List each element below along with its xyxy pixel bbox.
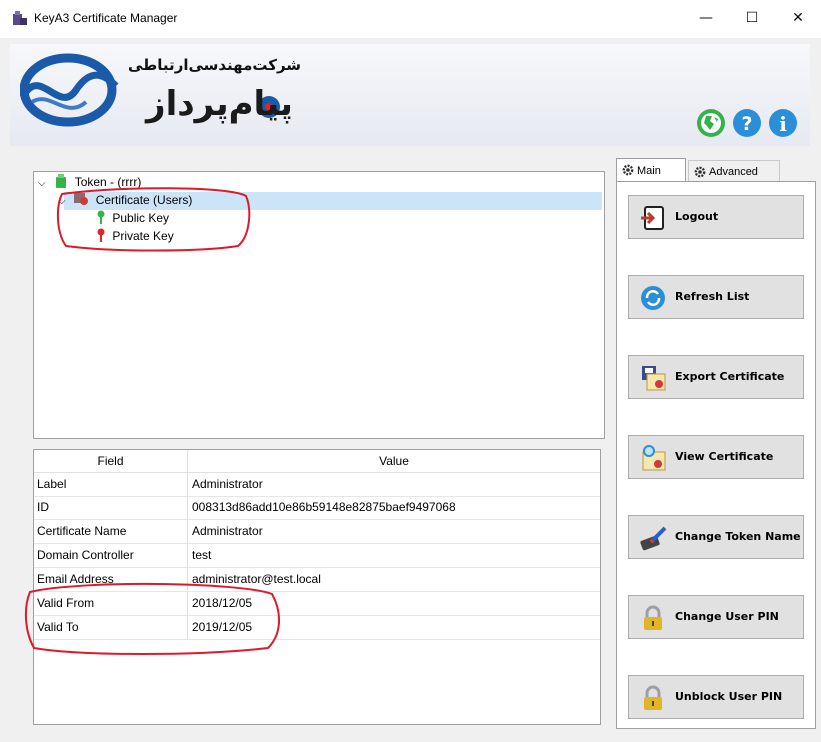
token-tree[interactable]: ⌵ Token - (rrrr) ⌵ Certificate (Users) P… (33, 171, 605, 439)
table-row[interactable]: Certificate Name Administrator (34, 520, 600, 544)
refresh-list-button[interactable]: Refresh List (628, 275, 804, 319)
logout-label: Logout (675, 210, 719, 223)
logout-button[interactable]: Logout (628, 195, 804, 239)
svg-text:?: ? (741, 113, 752, 135)
table-row[interactable]: Domain Controller test (34, 544, 600, 568)
export-certificate-label: Export Certificate (675, 370, 785, 383)
table-row[interactable]: Email Address administrator@test.local (34, 568, 600, 592)
company-logo-icon (20, 53, 119, 127)
expand-chevron-icon[interactable]: ⌵ (58, 193, 70, 210)
tree-label-certificate: Certificate (Users) (95, 193, 193, 207)
value-cell: Administrator (192, 477, 263, 491)
change-token-name-label: Change Token Name (675, 530, 801, 543)
tab-main-label: Main (637, 165, 661, 177)
logout-icon (641, 206, 664, 230)
field-cell: Label (37, 477, 67, 491)
value-cell: 2018/12/05 (192, 596, 253, 610)
maximize-button[interactable]: ☐ (729, 0, 775, 38)
certificate-icon (74, 193, 89, 205)
field-cell: Domain Controller (37, 548, 134, 562)
app-icon (13, 11, 27, 25)
change-user-pin-label: Change User PIN (675, 610, 779, 623)
value-cell: Administrator (192, 524, 263, 538)
view-certificate-button[interactable]: View Certificate (628, 435, 804, 479)
padlock-icon (644, 605, 662, 630)
gear-icon (694, 166, 706, 178)
tab-advanced-label: Advanced (709, 166, 758, 178)
expand-chevron-icon[interactable]: ⌵ (38, 175, 52, 192)
value-cell: administrator@test.local (192, 572, 321, 586)
table-row[interactable]: ID 008313d86add10e86b59148e82875baef9497… (34, 496, 600, 520)
change-token-name-button[interactable]: Change Token Name (628, 515, 804, 559)
private-key-icon (97, 228, 105, 242)
table-row[interactable]: Valid From 2018/12/05 (34, 592, 600, 616)
field-cell: Valid From (37, 596, 95, 610)
help-icon[interactable]: ? (732, 108, 762, 138)
tab-main[interactable]: Main (616, 158, 686, 182)
export-certificate-button[interactable]: Export Certificate (628, 355, 804, 399)
value-cell: 008313d86add10e86b59148e82875baef9497068 (192, 500, 456, 514)
value-cell: test (192, 548, 212, 562)
window-title: KeyA3 Certificate Manager (34, 11, 178, 25)
token-icon (56, 174, 67, 188)
view-certificate-label: View Certificate (675, 450, 774, 463)
field-cell: Certificate Name (37, 524, 127, 538)
company-name-line2: پیام‌پرداز (146, 84, 293, 124)
tree-item-token[interactable]: ⌵ Token - (rrrr) (38, 174, 141, 191)
tab-advanced[interactable]: Advanced (688, 160, 780, 182)
change-user-pin-button[interactable]: Change User PIN (628, 595, 804, 639)
export-certificate-icon (642, 366, 666, 391)
tree-item-certificate[interactable]: ⌵ Certificate (Users) (58, 192, 192, 209)
public-key-icon (97, 210, 105, 224)
token-rename-icon (640, 526, 667, 551)
company-name-line1: شرکت‌مهندسی‌ارتباطی (128, 56, 302, 74)
tree-label-private-key: Private Key (112, 229, 174, 243)
tree-label-public-key: Public Key (112, 211, 170, 225)
view-certificate-icon (642, 445, 666, 471)
certificate-details-table[interactable]: Field Value Label Administrator ID 00831… (33, 449, 601, 725)
field-cell: Valid To (37, 620, 79, 634)
refresh-icon (641, 286, 665, 310)
gear-icon (622, 164, 634, 176)
info-icon[interactable]: i (768, 108, 798, 138)
padlock-icon (644, 685, 662, 710)
tree-label-token: Token - (rrrr) (74, 175, 142, 189)
column-header-value[interactable]: Value (188, 450, 600, 473)
minimize-button[interactable]: — (683, 0, 729, 38)
close-button[interactable]: ✕ (775, 0, 821, 38)
column-header-field[interactable]: Field (34, 450, 187, 473)
field-cell: Email Address (37, 572, 114, 586)
value-cell: 2019/12/05 (192, 620, 253, 634)
globe-icon[interactable] (696, 108, 726, 138)
tree-item-public-key[interactable]: Public Key (96, 210, 169, 227)
brand-banner: شرکت‌مهندسی‌ارتباطی پیام‌پرداز ? i (10, 44, 810, 146)
field-cell: ID (37, 500, 49, 514)
unblock-user-pin-button[interactable]: Unblock User PIN (628, 675, 804, 719)
title-bar: KeyA3 Certificate Manager — ☐ ✕ (0, 0, 821, 38)
table-row[interactable]: Label Administrator (34, 473, 600, 497)
refresh-list-label: Refresh List (675, 290, 750, 303)
svg-text:i: i (779, 112, 787, 136)
tree-item-private-key[interactable]: Private Key (96, 228, 174, 245)
unblock-user-pin-label: Unblock User PIN (675, 690, 783, 703)
table-row[interactable]: Valid To 2019/12/05 (34, 616, 600, 640)
